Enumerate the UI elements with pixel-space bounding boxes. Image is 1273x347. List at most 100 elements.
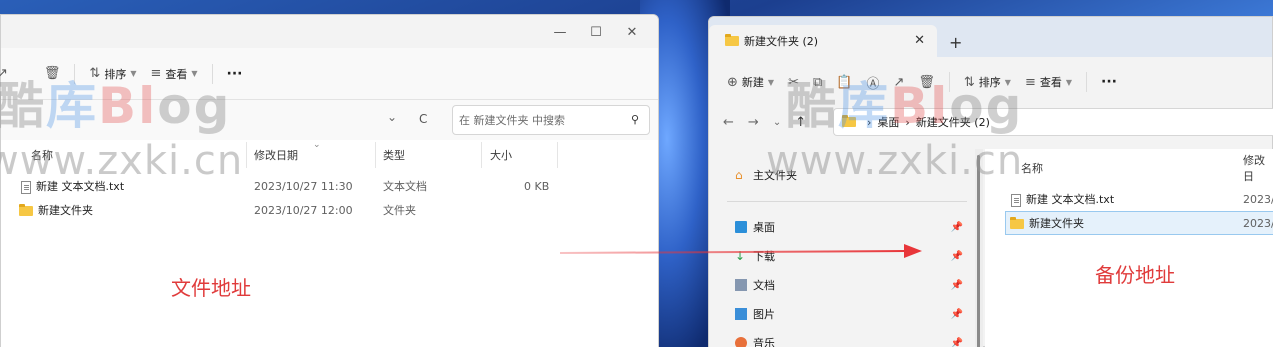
refresh-icon[interactable]: C: [419, 112, 427, 126]
sort-chevron-icon: ⌄: [313, 140, 321, 150]
navigation-row: ← → ⌄ ↑ › 桌面 › 新建文件夹 (2): [709, 107, 1273, 137]
desktop-icon: [735, 221, 747, 233]
file-date: 2023/10/27 11:30: [254, 179, 353, 193]
pin-icon[interactable]: 📌: [951, 280, 963, 291]
chevron-down-icon: ▼: [191, 69, 198, 78]
table-row[interactable]: 新建 文本文档.txt 2023/10/27 11:30 文本文档 0 KB: [1, 174, 656, 198]
address-dropdown-icon[interactable]: ⌄: [387, 110, 397, 124]
view-button[interactable]: ≡ 查看 ▼: [150, 66, 197, 82]
pin-icon[interactable]: 📌: [951, 338, 963, 347]
picture-icon: [735, 308, 747, 320]
sidebar-item-music[interactable]: 音乐 📌: [735, 331, 975, 347]
sidebar-item-home[interactable]: ⌂ 主文件夹: [735, 163, 797, 187]
file-size: 0 KB: [524, 179, 550, 193]
close-button[interactable]: ✕: [614, 21, 650, 43]
search-input[interactable]: 在 新建文件夹 中搜索 ⚲: [452, 105, 650, 135]
folder-icon: [725, 34, 739, 46]
delete-icon[interactable]: 🗑: [918, 75, 935, 90]
file-type: 文本文档: [383, 180, 427, 193]
sidebar-item-desktop[interactable]: 桌面 📌: [735, 215, 975, 239]
forward-arrow-icon[interactable]: →: [748, 115, 759, 130]
paste-icon[interactable]: 📋: [836, 75, 852, 90]
sidebar-item-documents[interactable]: 文档 📌: [735, 273, 975, 297]
breadcrumb-item-current[interactable]: 新建文件夹 (2): [916, 114, 990, 130]
delete-icon[interactable]: 🗑: [44, 66, 61, 81]
title-bar[interactable]: — ☐ ✕: [1, 15, 658, 48]
file-date: 2023/: [1243, 216, 1273, 230]
column-type-label: 类型: [383, 149, 405, 162]
toolbar-divider: [74, 63, 76, 84]
folder-icon: [19, 204, 33, 216]
column-divider[interactable]: [375, 142, 376, 168]
share-icon[interactable]: ↗: [0, 66, 8, 81]
column-header-type[interactable]: 类型: [383, 140, 405, 170]
table-row[interactable]: 新建文件夹 2023/10/27 12:00 文件夹: [1, 198, 656, 222]
pin-icon[interactable]: 📌: [951, 251, 963, 262]
more-options-button[interactable]: ···: [227, 66, 243, 82]
pin-icon[interactable]: 📌: [951, 309, 963, 320]
column-name-label: 名称: [1021, 162, 1043, 175]
sidebar-item-pictures[interactable]: 图片 📌: [735, 302, 975, 326]
view-button[interactable]: ≡ 查看 ▼: [1025, 74, 1072, 90]
folder-icon: [1010, 217, 1024, 229]
new-tab-button[interactable]: +: [949, 33, 962, 52]
table-row-selected[interactable]: 新建文件夹 2023/: [1005, 211, 1273, 235]
rename-icon[interactable]: Ⓐ: [866, 73, 879, 92]
column-header-name[interactable]: 名称: [1021, 153, 1043, 183]
file-name-cell: 新建 文本文档.txt: [21, 178, 124, 194]
file-name: 新建文件夹: [38, 204, 93, 217]
tab-close-icon[interactable]: ✕: [914, 33, 925, 48]
column-header-date[interactable]: 修改日期: [254, 140, 298, 170]
sort-button[interactable]: ⇅ 排序 ▼: [89, 66, 136, 82]
table-row[interactable]: 新建 文本文档.txt 2023/: [1005, 187, 1273, 211]
pin-icon[interactable]: 📌: [951, 222, 963, 233]
new-button[interactable]: ⊕ 新建 ▼: [727, 74, 774, 90]
maximize-button[interactable]: ☐: [578, 21, 614, 43]
share-icon[interactable]: ↗: [893, 75, 904, 90]
sort-button[interactable]: ⇅ 排序 ▼: [964, 74, 1011, 90]
column-divider[interactable]: [246, 142, 247, 168]
minimize-button[interactable]: —: [542, 21, 578, 43]
column-divider[interactable]: [481, 142, 482, 168]
more-options-button[interactable]: ···: [1101, 74, 1117, 90]
search-placeholder: 在 新建文件夹 中搜索: [459, 114, 565, 127]
file-name: 新建文件夹: [1029, 217, 1084, 230]
column-header-size[interactable]: 大小: [490, 140, 512, 170]
column-divider[interactable]: [557, 142, 558, 168]
tab-strip: 新建文件夹 (2) ✕ +: [709, 17, 1272, 57]
column-header-name[interactable]: 名称: [31, 140, 53, 170]
sort-icon: ⇅: [963, 74, 975, 90]
breadcrumb[interactable]: › 桌面 › 新建文件夹 (2): [833, 108, 1273, 136]
sidebar-item-label: 文档: [753, 279, 775, 292]
column-size-label: 大小: [490, 149, 512, 162]
tab-new-folder-2[interactable]: 新建文件夹 (2) ✕: [709, 25, 937, 57]
document-icon: [735, 279, 747, 291]
file-date: 2023/: [1243, 192, 1273, 206]
nav-scrollbar-thumb[interactable]: [977, 155, 980, 347]
more-label: ···: [1101, 74, 1117, 90]
sidebar-item-label: 图片: [753, 308, 775, 321]
breadcrumb-item-desktop[interactable]: 桌面: [877, 114, 899, 130]
address-row: ⌄ C 在 新建文件夹 中搜索 ⚲: [1, 100, 658, 140]
window-controls: — ☐ ✕: [542, 21, 650, 43]
sort-label: 排序: [104, 67, 127, 81]
file-type: 文件夹: [383, 204, 416, 217]
command-bar: ↗ 🗑 ⇅ 排序 ▼ ≡ 查看 ▼ ···: [0, 48, 658, 100]
backup-address-annotation: 备份地址: [1095, 263, 1175, 287]
text-file-icon: [1011, 193, 1021, 207]
toolbar-divider: [1086, 72, 1088, 92]
nav-divider: [727, 201, 967, 202]
view-label: 查看: [165, 67, 188, 81]
music-icon: [735, 337, 747, 347]
copy-icon[interactable]: ⧉: [813, 75, 822, 90]
recent-chevron-icon[interactable]: ⌄: [773, 117, 781, 128]
column-header-date[interactable]: 修改日: [1243, 153, 1273, 183]
cut-icon[interactable]: ✂: [788, 75, 799, 90]
file-name: 新建 文本文档.txt: [1026, 193, 1115, 206]
up-arrow-icon[interactable]: ↑: [795, 115, 806, 130]
tab-title: 新建文件夹 (2): [744, 35, 819, 48]
back-arrow-icon[interactable]: ←: [723, 115, 734, 130]
text-file-icon: [21, 180, 31, 194]
file-name-cell: 新建文件夹: [19, 202, 93, 218]
chevron-down-icon: ▼: [1004, 77, 1011, 87]
